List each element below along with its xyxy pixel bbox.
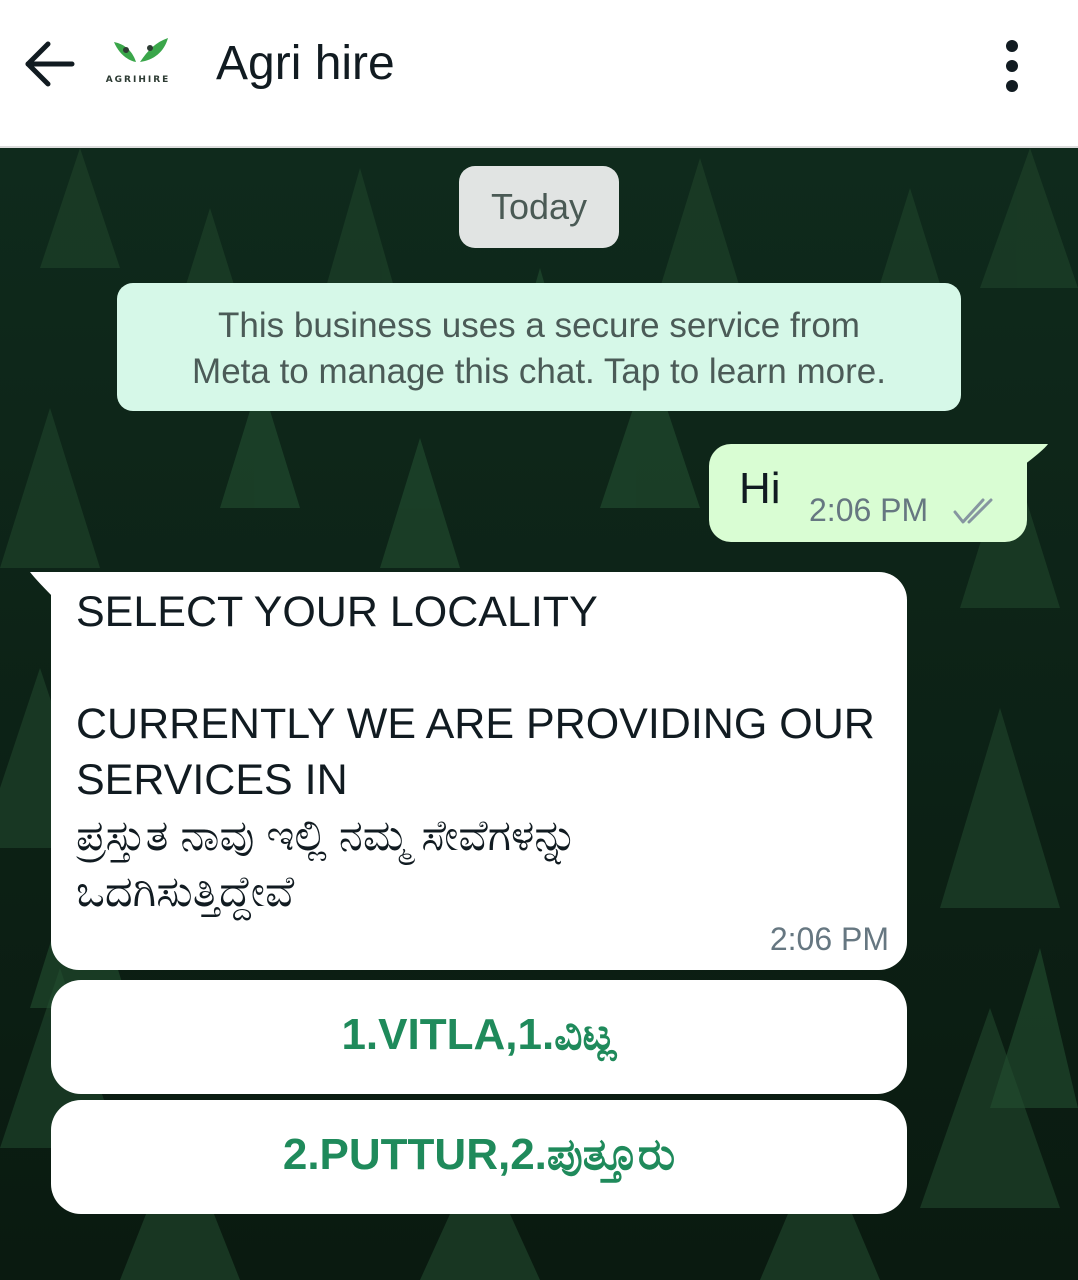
outgoing-message[interactable]: Hi 2:06 PM <box>709 444 1027 542</box>
back-button[interactable] <box>20 34 80 94</box>
incoming-message-time: 2:06 PM <box>769 921 889 957</box>
outgoing-message-text: Hi <box>739 464 781 513</box>
quick-reply-puttur[interactable]: 2.PUTTUR,2.ಪುತ್ತೂರು <box>51 1100 907 1214</box>
incoming-message[interactable]: SELECT YOUR LOCALITY CURRENTLY WE ARE PR… <box>51 572 907 970</box>
logo-text: AGRIHIRE <box>105 75 171 85</box>
outgoing-message-time: 2:06 PM <box>809 492 929 528</box>
chat-area[interactable]: Today This business uses a secure servic… <box>0 148 1078 1280</box>
quick-reply-vitla[interactable]: 1.VITLA,1.ವಿಟ್ಲ <box>51 980 907 1094</box>
double-check-icon <box>953 498 993 524</box>
business-avatar[interactable]: AGRIHIRE <box>96 32 180 94</box>
menu-button[interactable] <box>988 36 1036 96</box>
incoming-message-text: SELECT YOUR LOCALITY CURRENTLY WE ARE PR… <box>76 588 875 916</box>
leaf-logo-icon <box>114 38 168 62</box>
arrow-left-icon <box>25 41 75 87</box>
chat-title[interactable]: Agri hire <box>216 36 395 92</box>
business-security-notice[interactable]: This business uses a secure service from… <box>117 283 961 411</box>
chat-header: AGRIHIRE Agri hire <box>0 0 1078 148</box>
notice-text: This business uses a secure service from… <box>192 306 886 391</box>
more-vertical-icon <box>1006 40 1018 92</box>
date-chip: Today <box>459 166 619 248</box>
